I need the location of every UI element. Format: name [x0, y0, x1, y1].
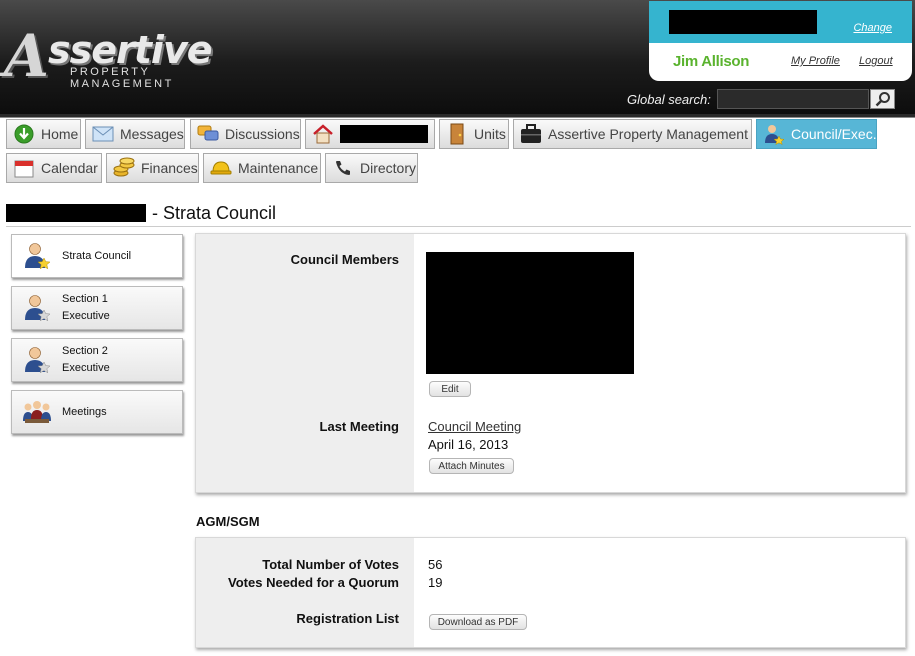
envelope-icon: [92, 123, 114, 145]
tab-council[interactable]: Council/Exec.: [756, 119, 877, 149]
chat-bubbles-icon: [197, 123, 219, 145]
tab-council-label: Council/Exec.: [791, 126, 877, 142]
assertive-logo[interactable]: A ssertive PROPERTY MANAGEMENT: [4, 22, 253, 90]
redacted-council-members-list: [426, 252, 634, 374]
tab-home-label: Home: [41, 126, 79, 142]
hard-hat-icon: [210, 157, 232, 179]
site-header: A ssertive PROPERTY MANAGEMENT Change Ji…: [0, 0, 915, 114]
tab-calendar-label: Calendar: [41, 160, 98, 176]
council-members-label: Council Members: [290, 252, 399, 267]
registration-list-label: Registration List: [296, 611, 399, 626]
tab-maintenance[interactable]: Maintenance: [203, 153, 321, 183]
panel-label-column: [196, 538, 414, 647]
total-votes-label: Total Number of Votes: [262, 557, 399, 572]
edit-members-button[interactable]: Edit: [429, 381, 471, 397]
sidebar-item-label: Section 2: [62, 345, 108, 357]
tab-messages-label: Messages: [120, 126, 184, 142]
sidebar-item-sublabel: Executive: [62, 310, 110, 322]
sidebar-item-label: Strata Council: [62, 249, 132, 262]
last-meeting-label: Last Meeting: [319, 419, 399, 434]
tab-finances-label: Finances: [141, 160, 198, 176]
last-meeting-link-wrap: Council Meeting: [428, 419, 521, 434]
tab-directory-label: Directory: [360, 160, 417, 176]
briefcase-icon: [520, 123, 542, 145]
user-panel: Change Jim Allison My Profile Logout: [649, 1, 912, 81]
tab-home[interactable]: Home: [6, 119, 81, 149]
global-search-input[interactable]: [717, 89, 869, 109]
agm-panel: Total Number of Votes 56 Votes Needed fo…: [195, 537, 906, 648]
user-panel-top: Change: [649, 1, 912, 43]
global-search-label: Global search:: [627, 92, 711, 107]
attach-minutes-button[interactable]: Attach Minutes: [429, 458, 514, 474]
calendar-icon: [13, 157, 35, 179]
council-panel: Council Members Edit Last Meeting Counci…: [195, 233, 906, 493]
user-name: Jim Allison: [673, 53, 750, 70]
logo-letter: A: [4, 22, 50, 90]
my-profile-link[interactable]: My Profile: [791, 55, 840, 67]
sidebar-item-sublabel: Executive: [62, 362, 110, 374]
logo-subtitle: PROPERTY MANAGEMENT: [70, 66, 174, 90]
change-link[interactable]: Change: [853, 22, 892, 34]
executive-member-icon: [25, 295, 51, 322]
house-icon: [312, 123, 334, 145]
tab-maintenance-label: Maintenance: [238, 160, 319, 176]
panel-label-column: [196, 234, 414, 492]
total-votes-value: 56: [428, 557, 443, 572]
tab-discussions[interactable]: Discussions: [190, 119, 301, 149]
sidebar-item-meetings[interactable]: Meetings: [11, 390, 183, 434]
tab-building[interactable]: [305, 119, 435, 149]
tab-messages[interactable]: Messages: [85, 119, 185, 149]
tab-company-label: Assertive Property Management: [548, 126, 748, 142]
sidebar-item-section-2-executive[interactable]: Section 2 Executive: [11, 338, 183, 382]
sidebar-item-section-1-executive[interactable]: Section 1 Executive: [11, 286, 183, 330]
council-member-icon: [25, 243, 51, 270]
redacted-association-name: [669, 10, 817, 34]
redacted-building-name: [340, 125, 428, 143]
search-icon: [875, 92, 890, 107]
tab-finances[interactable]: Finances: [106, 153, 199, 183]
meeting-group-icon: [23, 401, 51, 423]
tab-directory[interactable]: Directory: [325, 153, 418, 183]
phone-icon: [332, 157, 354, 179]
quorum-votes-label: Votes Needed for a Quorum: [228, 575, 399, 590]
coins-icon: [113, 157, 135, 179]
sidebar-item-label: Meetings: [62, 405, 107, 418]
door-icon: [446, 123, 468, 145]
logout-link[interactable]: Logout: [859, 55, 893, 67]
tab-units-label: Units: [474, 126, 506, 142]
search-button[interactable]: [870, 89, 895, 109]
tab-company[interactable]: Assertive Property Management: [513, 119, 752, 149]
council-meeting-link[interactable]: Council Meeting: [428, 419, 521, 434]
home-icon: [13, 123, 35, 145]
page-title: - Strata Council: [6, 202, 276, 224]
redacted-strata-name: [6, 204, 146, 222]
page-title-text: - Strata Council: [152, 202, 277, 223]
title-divider: [6, 226, 911, 227]
download-pdf-button[interactable]: Download as PDF: [429, 614, 527, 630]
tab-discussions-label: Discussions: [225, 126, 300, 142]
sidebar-item-label: Section 1: [62, 293, 108, 305]
quorum-votes-value: 19: [428, 575, 443, 590]
council-member-icon: [763, 123, 785, 145]
header-divider: [0, 114, 915, 118]
last-meeting-date: April 16, 2013: [428, 437, 509, 452]
sidebar-item-strata-council[interactable]: Strata Council: [11, 234, 183, 278]
agm-section-heading: AGM/SGM: [196, 514, 260, 529]
tab-calendar[interactable]: Calendar: [6, 153, 102, 183]
executive-member-icon: [25, 347, 51, 374]
tab-units[interactable]: Units: [439, 119, 509, 149]
